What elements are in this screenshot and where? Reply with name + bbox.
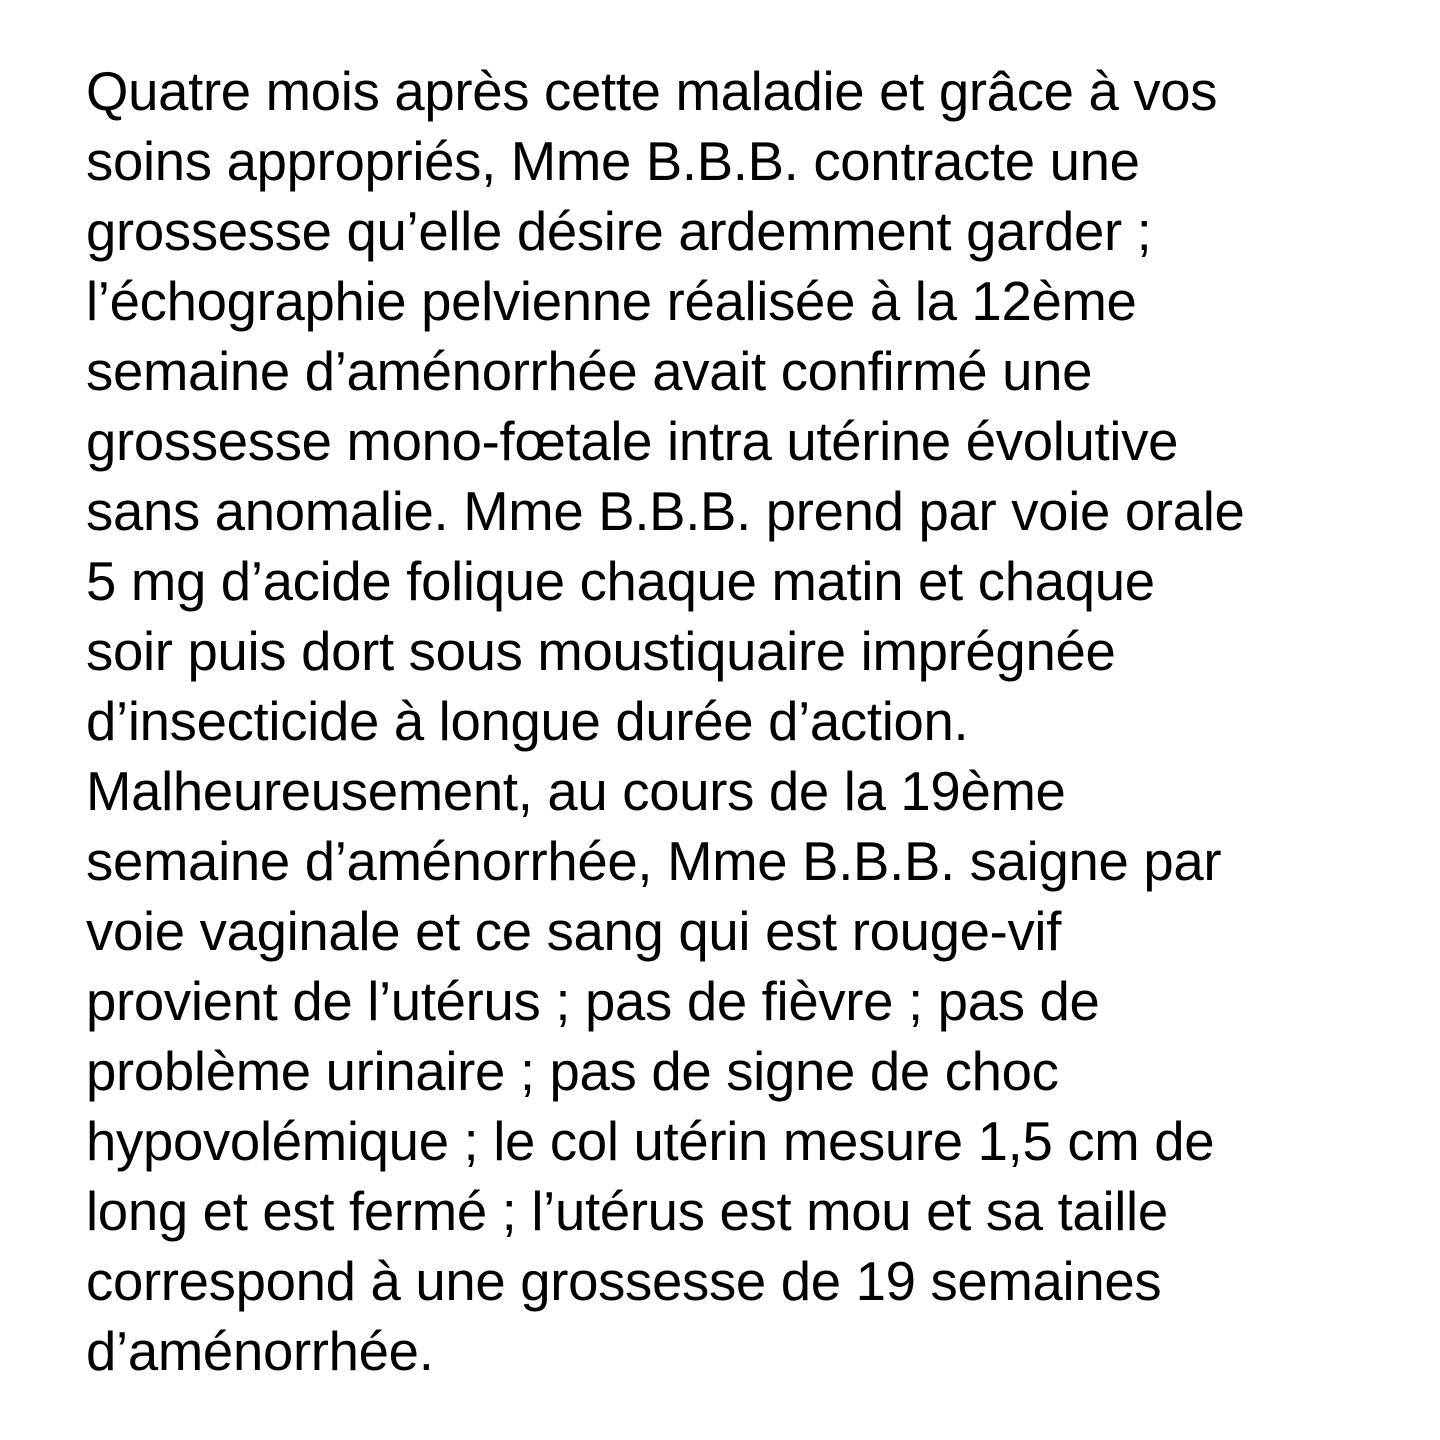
text-line: 5 mg d’acide folique chaque matin et cha… <box>86 551 1155 612</box>
text-line: d’aménorrhée. <box>86 1321 434 1382</box>
text-line: correspond à une grossesse de 19 semaine… <box>86 1251 1162 1312</box>
text-line: soir puis dort sous moustiquaire imprégn… <box>86 621 1116 682</box>
text-line: provient de l’utérus ; pas de fièvre ; p… <box>86 971 1100 1032</box>
text-line: hypovolémique ; le col utérin mesure 1,5… <box>86 1111 1215 1172</box>
text-line: grossesse qu’elle désire ardemment garde… <box>86 201 1152 262</box>
text-line: long et est fermé ; l’utérus est mou et … <box>86 1181 1168 1242</box>
text-line: sans anomalie. Mme B.B.B. prend par voie… <box>86 481 1245 542</box>
text-line: soins appropriés, Mme B.B.B. contracte u… <box>86 131 1140 192</box>
document-body: Quatre mois après cette maladie et grâce… <box>86 57 1386 1387</box>
text-line: semaine d’aménorrhée, Mme B.B.B. saigne … <box>86 831 1222 892</box>
clinical-case-paragraph: Quatre mois après cette maladie et grâce… <box>86 57 1386 1387</box>
text-line: Quatre mois après cette maladie et grâce… <box>86 61 1218 122</box>
text-line: voie vaginale et ce sang qui est rouge-v… <box>86 901 1062 962</box>
text-line: d’insecticide à longue durée d’action. <box>86 691 969 752</box>
text-line: grossesse mono-fœtale intra utérine évol… <box>86 411 1179 472</box>
text-line: problème urinaire ; pas de signe de choc <box>86 1041 1059 1102</box>
text-line: Malheureusement, au cours de la 19ème <box>86 761 1066 822</box>
text-line: l’échographie pelvienne réalisée à la 12… <box>86 271 1137 332</box>
text-line: semaine d’aménorrhée avait confirmé une <box>86 341 1093 402</box>
